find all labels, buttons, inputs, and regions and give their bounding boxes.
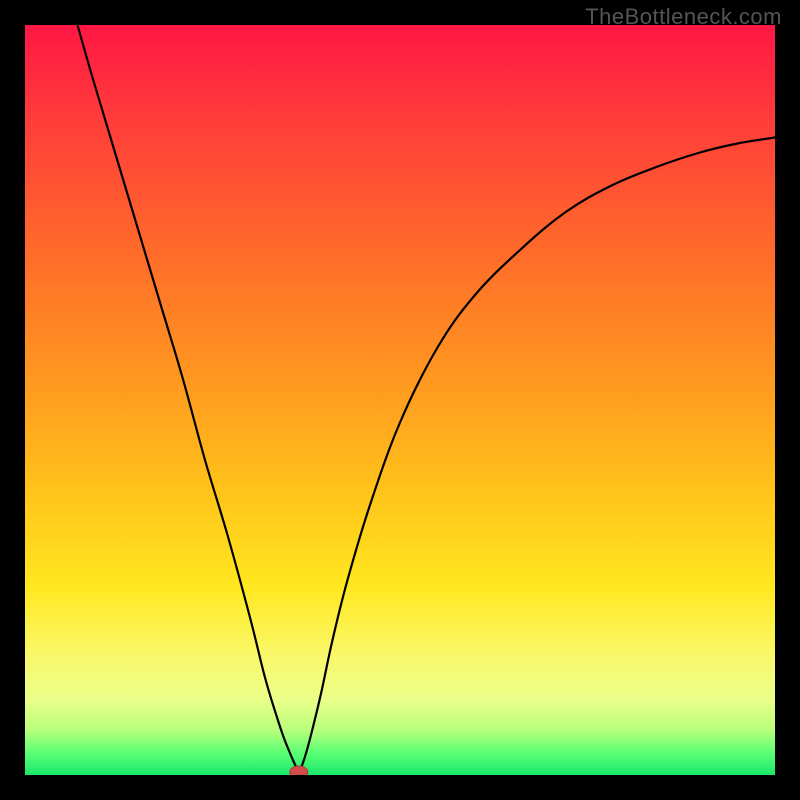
plot-svg — [25, 25, 775, 775]
plot-area — [25, 25, 775, 775]
chart-frame: TheBottleneck.com — [0, 0, 800, 800]
minimum-marker — [290, 766, 308, 775]
gradient-rect — [25, 25, 775, 775]
